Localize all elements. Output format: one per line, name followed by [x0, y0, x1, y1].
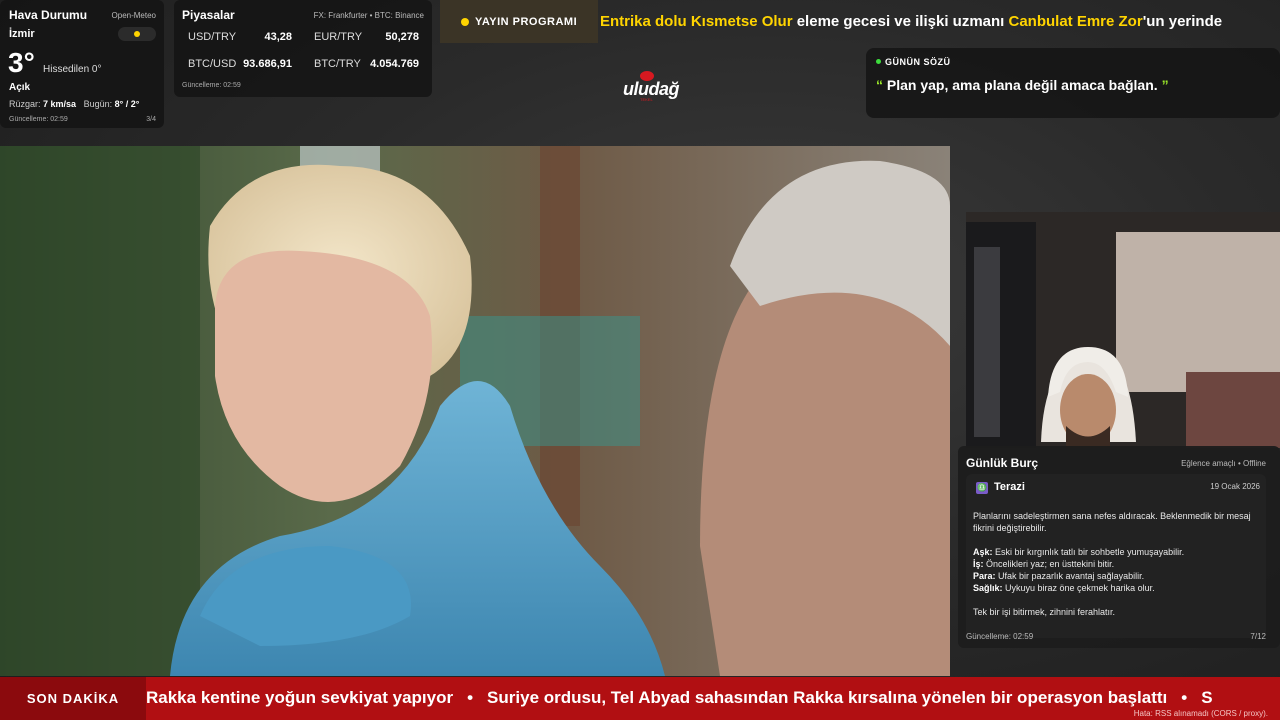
- status-dot-icon: [876, 59, 881, 64]
- horoscope-health-text: Uykuyu biraz öne çekmek harika olur.: [1002, 583, 1155, 593]
- horoscope-health: Sağlık: Uykuyu biraz öne çekmek harika o…: [973, 582, 1263, 594]
- horoscope-updated: Güncelleme: 02:59: [966, 632, 1034, 641]
- breaking-news-badge: SON DAKİKA: [0, 677, 146, 720]
- market-row-eurtry: EUR/TRY 50,278: [314, 31, 419, 43]
- horoscope-widget: Günlük Burç Eğlence amaçlı • Offline ♎ T…: [958, 446, 1280, 648]
- horoscope-card: ♎ Terazi 19 Ocak 2026 Planlarını sadeleş…: [966, 474, 1266, 638]
- horoscope-intro: Planlarını sadeleştirmen sana nefes aldı…: [973, 511, 1251, 533]
- market-label: EUR/TRY: [314, 31, 363, 43]
- market-value: 43,28: [264, 31, 292, 43]
- live-dot-icon: [461, 17, 469, 26]
- horoscope-sign: Terazi: [994, 481, 1025, 493]
- market-row-usdtry: USD/TRY 43,28: [188, 31, 292, 43]
- news-item: S: [1201, 688, 1213, 707]
- program-badge: YAYIN PROGRAMI: [440, 0, 598, 43]
- horoscope-love: Aşk: Eski bir kırgınlık tatlı bir sohbet…: [973, 546, 1263, 558]
- news-item: Suriye ordusu, Tel Abyad sahasından Rakk…: [487, 688, 1168, 707]
- horoscope-work-label: İş:: [973, 559, 984, 569]
- market-value: 50,278: [385, 31, 419, 43]
- wind-value: 7 km/sa: [43, 99, 77, 109]
- program-text-part: 'un yerinde: [1142, 13, 1223, 30]
- weather-condition: Açık: [9, 82, 31, 93]
- horoscope-love-label: Aşk:: [973, 547, 993, 557]
- sun-icon: [118, 27, 156, 41]
- rss-error-text: Hata: RSS alınamadı (CORS / proxy).: [1133, 709, 1268, 718]
- weather-title: Hava Durumu: [9, 8, 88, 22]
- quote-text: “ Plan yap, ama plana değil amaca bağlan…: [876, 77, 1169, 93]
- today-value: 8° / 2°: [114, 99, 140, 109]
- weather-feels-like: Hissedilen 0°: [43, 64, 102, 75]
- video-frame: [0, 146, 950, 676]
- markets-title: Piyasalar: [182, 8, 235, 22]
- weather-updated: Güncelleme: 02:59: [9, 116, 68, 123]
- markets-updated: Güncelleme: 02:59: [182, 82, 241, 89]
- market-label: BTC/TRY: [314, 58, 361, 70]
- libra-icon: ♎: [976, 482, 988, 494]
- news-item: Rakka kentine yoğun sevkiyat yapıyor: [146, 688, 454, 707]
- market-label: USD/TRY: [188, 31, 237, 43]
- market-label: BTC/USD: [188, 58, 237, 70]
- breaking-news-bar: Rakka kentine yoğun sevkiyat yapıyor • Sur…: [0, 677, 1280, 720]
- market-value: 4.054.769: [370, 58, 419, 70]
- video-player[interactable]: [0, 146, 950, 676]
- weather-page: 3/4: [146, 116, 156, 123]
- weather-wind-row: Rüzgar: 7 km/sa Bugün: 8° / 2°: [9, 99, 139, 109]
- quote-widget: GÜNÜN SÖZÜ “ Plan yap, ama plana değil a…: [866, 48, 1280, 118]
- wind-label: Rüzgar:: [9, 99, 41, 109]
- quote-title: GÜNÜN SÖZÜ: [876, 57, 951, 67]
- horoscope-page: 7/12: [1250, 632, 1266, 641]
- horoscope-date: 19 Ocak 2026: [1210, 482, 1260, 491]
- quote-close-mark: ”: [1161, 77, 1169, 93]
- horoscope-work: İş: Öncelikleri yaz; en üsttekini bitir.: [973, 558, 1263, 570]
- horoscope-love-text: Eski bir kırgınlık tatlı bir sohbetle yu…: [992, 547, 1185, 557]
- weather-source: Open-Meteo: [111, 11, 156, 20]
- news-separator: •: [467, 688, 474, 707]
- weather-widget: Hava Durumu Open-Meteo İzmir 3° Hissedil…: [0, 0, 164, 128]
- program-text: Entrika dolu Kısmetse Olur eleme gecesi …: [600, 13, 1222, 30]
- breaking-news-ticker: Rakka kentine yoğun sevkiyat yapıyor • Sur…: [146, 688, 1213, 708]
- horoscope-badge: Eğlence amaçlı • Offline: [1181, 459, 1266, 468]
- horoscope-health-label: Sağlık:: [973, 583, 1003, 593]
- webcam-overlay: [966, 212, 1280, 448]
- markets-widget: Piyasalar FX: Frankfurter • BTC: Binance…: [174, 0, 432, 97]
- horoscope-tip: Tek bir işi bitirmek, zihnini ferahlatır…: [973, 607, 1116, 617]
- weather-temperature: 3°: [8, 47, 35, 78]
- horoscope-work-text: Öncelikleri yaz; en üsttekini bitir.: [983, 559, 1115, 569]
- horoscope-money: Para: Ufak bir pazarlık avantaj sağlayab…: [973, 570, 1263, 582]
- market-value: 93.686,91: [243, 58, 292, 70]
- channel-logo: uludağ TEKEL: [620, 71, 680, 103]
- horoscope-money-text: Ufak bir pazarlık avantaj sağlayabilir.: [995, 571, 1145, 581]
- horoscope-money-label: Para:: [973, 571, 996, 581]
- markets-source: FX: Frankfurter • BTC: Binance: [313, 11, 424, 20]
- horoscope-title: Günlük Burç: [966, 456, 1039, 470]
- market-row-btctry: BTC/TRY 4.054.769: [314, 58, 419, 70]
- logo-subtext: TEKEL: [640, 97, 653, 102]
- weather-city: İzmir: [9, 28, 35, 40]
- webcam-frame: [966, 212, 1280, 448]
- program-badge-label: YAYIN PROGRAMI: [475, 15, 578, 28]
- program-text-part: eleme gecesi ve ilişki uzmanı: [792, 13, 1009, 30]
- quote-open-mark: “: [876, 77, 883, 93]
- program-highlight: Canbulat Emre Zor: [1008, 13, 1143, 30]
- program-highlight: Entrika dolu Kısmetse Olur: [600, 13, 793, 30]
- news-separator: •: [1181, 688, 1188, 707]
- market-row-btcusd: BTC/USD 93.686,91: [188, 58, 292, 70]
- quote-title-label: GÜNÜN SÖZÜ: [885, 57, 951, 67]
- horoscope-body: Planlarını sadeleştirmen sana nefes aldı…: [973, 510, 1263, 618]
- quote-body: Plan yap, ama plana değil amaca bağlan.: [883, 77, 1162, 93]
- program-ticker: YAYIN PROGRAMI Entrika dolu Kısmetse Olu…: [440, 0, 1280, 43]
- today-label: Bugün:: [83, 99, 113, 109]
